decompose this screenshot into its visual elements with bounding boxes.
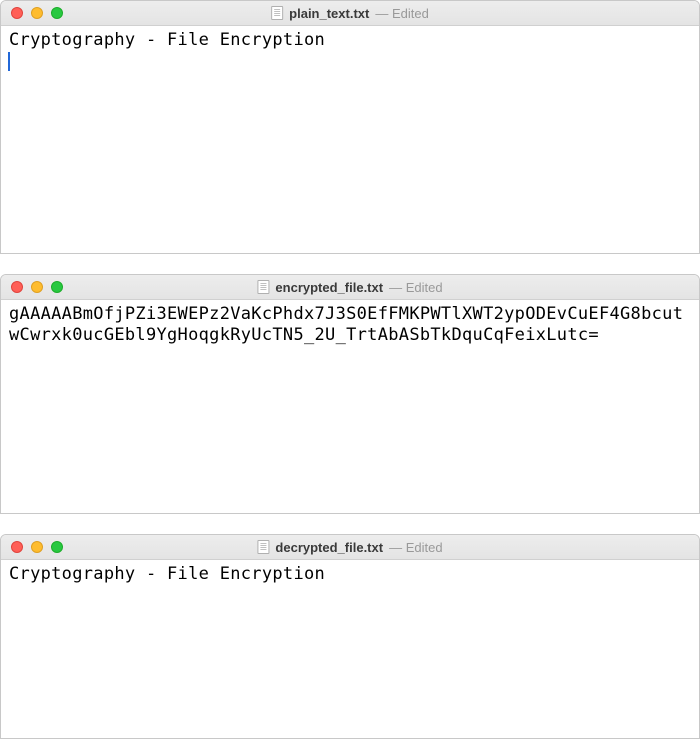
separator: —: [389, 280, 406, 295]
close-icon[interactable]: [11, 281, 23, 293]
document-icon: [257, 540, 269, 554]
traffic-lights: [11, 281, 63, 293]
separator: —: [375, 6, 392, 21]
window-title: decrypted_file.txt — Edited: [257, 540, 442, 555]
text-content: Cryptography - File Encryption: [9, 30, 325, 50]
minimize-icon[interactable]: [31, 541, 43, 553]
text-editor-window-encrypted: encrypted_file.txt — Edited gAAAAABmOfjP…: [0, 274, 700, 514]
separator: —: [389, 540, 406, 555]
text-content: gAAAAABmOfjPZi3EWEPz2VaKcPhdx7J3S0EfFMKP…: [9, 304, 683, 345]
traffic-lights: [11, 7, 63, 19]
titlebar[interactable]: plain_text.txt — Edited: [1, 1, 699, 26]
edited-status: — Edited: [389, 540, 443, 555]
editor-content[interactable]: Cryptography - File Encryption: [1, 26, 699, 254]
text-content: Cryptography - File Encryption: [9, 564, 325, 584]
text-editor-window-decrypted: decrypted_file.txt — Edited Cryptography…: [0, 534, 700, 739]
window-title: plain_text.txt — Edited: [271, 6, 429, 21]
zoom-icon[interactable]: [51, 7, 63, 19]
zoom-icon[interactable]: [51, 281, 63, 293]
status-text: Edited: [392, 6, 429, 21]
editor-content[interactable]: gAAAAABmOfjPZi3EWEPz2VaKcPhdx7J3S0EfFMKP…: [1, 300, 699, 514]
edited-status: — Edited: [375, 6, 429, 21]
minimize-icon[interactable]: [31, 281, 43, 293]
zoom-icon[interactable]: [51, 541, 63, 553]
document-icon: [257, 280, 269, 294]
traffic-lights: [11, 541, 63, 553]
window-title: encrypted_file.txt — Edited: [257, 280, 442, 295]
status-text: Edited: [406, 280, 443, 295]
text-editor-window-plain: plain_text.txt — Edited Cryptography - F…: [0, 0, 700, 254]
titlebar[interactable]: decrypted_file.txt — Edited: [1, 535, 699, 560]
editor-content[interactable]: Cryptography - File Encryption: [1, 560, 699, 739]
document-icon: [271, 6, 283, 20]
filename-label: encrypted_file.txt: [275, 280, 383, 295]
edited-status: — Edited: [389, 280, 443, 295]
filename-label: decrypted_file.txt: [275, 540, 383, 555]
filename-label: plain_text.txt: [289, 6, 369, 21]
close-icon[interactable]: [11, 541, 23, 553]
titlebar[interactable]: encrypted_file.txt — Edited: [1, 275, 699, 300]
minimize-icon[interactable]: [31, 7, 43, 19]
text-cursor: [8, 52, 10, 71]
status-text: Edited: [406, 540, 443, 555]
close-icon[interactable]: [11, 7, 23, 19]
